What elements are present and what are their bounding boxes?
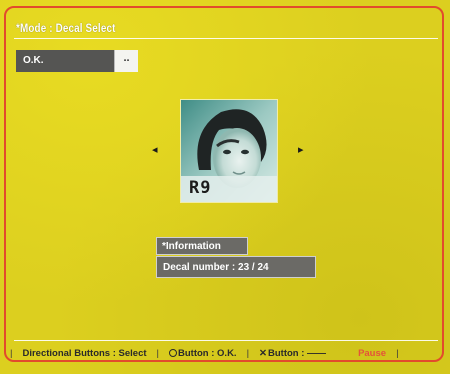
decal-preview-image[interactable]: R9 <box>181 100 277 202</box>
mode-title: *Mode : Decal Select <box>16 21 116 35</box>
information-heading: *Information <box>156 237 248 255</box>
ok-field-label: O.K. <box>16 50 114 72</box>
help-circle-label: Button : O.K. <box>178 347 237 359</box>
button-help-bar: | Directional Buttons : Select | Button … <box>10 344 446 362</box>
next-decal-arrow-icon[interactable]: ▸ <box>298 143 304 156</box>
help-x: ✕Button : —— <box>259 348 326 359</box>
information-panel: *Information Decal number : 23 / 24 <box>156 237 316 281</box>
help-circle: Button : O.K. <box>169 348 237 359</box>
decal-caption: R9 <box>189 178 212 198</box>
help-x-label: Button : —— <box>268 347 327 359</box>
help-directional: Directional Buttons : Select <box>22 347 147 359</box>
help-separator: | <box>246 347 250 359</box>
bottom-divider <box>14 340 438 341</box>
help-pause-label: Pause <box>358 347 387 359</box>
prev-decal-arrow-icon[interactable]: ◂ <box>152 143 158 156</box>
ok-selection-field[interactable]: O.K. .. <box>16 50 138 72</box>
ok-field-button[interactable]: .. <box>114 50 138 72</box>
help-separator: | <box>396 347 399 359</box>
game-screen: *Mode : Decal Select O.K. .. ◂ ▸ R9 *Inf… <box>0 0 450 374</box>
decal-number-readout: Decal number : 23 / 24 <box>156 256 316 278</box>
circle-button-icon <box>169 348 177 357</box>
help-separator: | <box>10 347 13 359</box>
top-divider <box>14 38 438 39</box>
help-separator: | <box>156 347 159 359</box>
cross-button-icon: ✕ <box>259 347 268 359</box>
